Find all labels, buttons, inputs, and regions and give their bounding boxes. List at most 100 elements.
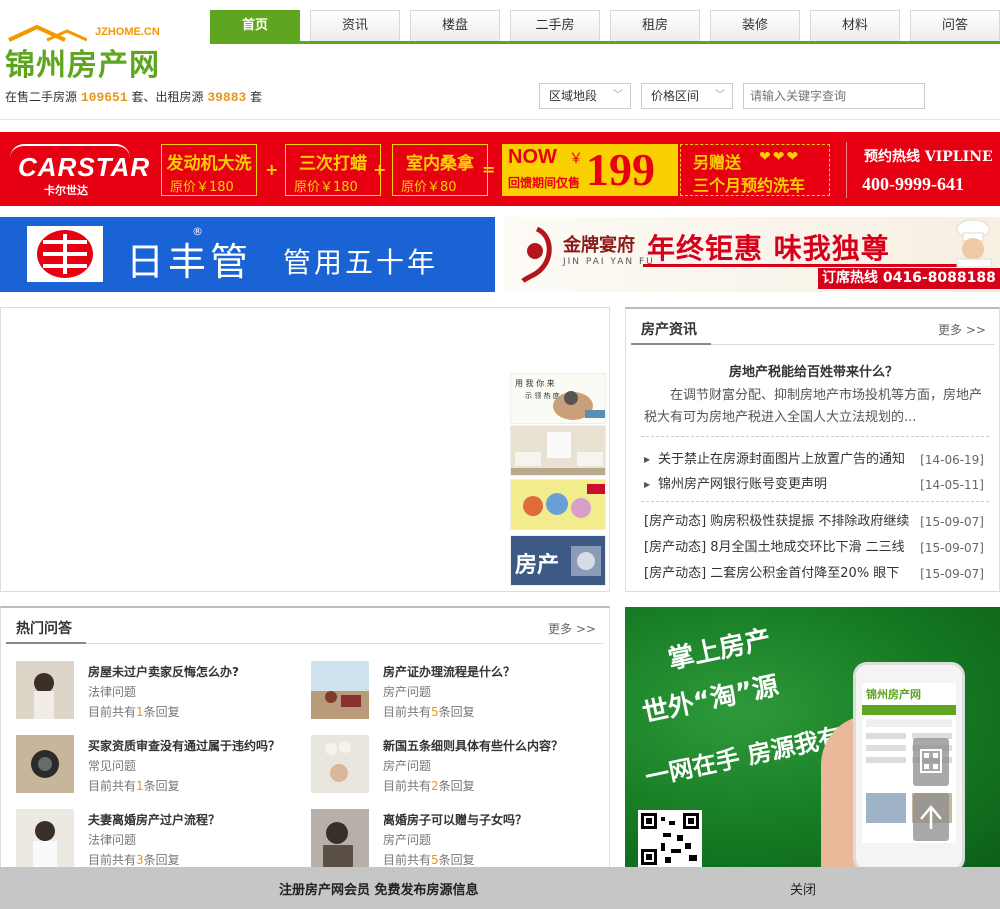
carstar-brand-sub: 卡尔世达 — [44, 184, 88, 197]
news-notice-row[interactable]: ▶ 锦州房产网银行账号变更声明 [14-05-11] — [644, 475, 984, 495]
qa-title: 热门问答 — [16, 621, 72, 637]
qa-question: 新国五条细则具体有些什么内容？ — [383, 739, 564, 753]
service-name: 三次打蜡 — [299, 154, 367, 174]
rent-count: 39883 — [207, 90, 247, 105]
man-photo-icon — [311, 809, 369, 867]
close-bar-button[interactable]: 关闭 — [790, 879, 816, 898]
register-bar: 注册房产网会员 免费发布房源信息 关闭 — [0, 867, 1000, 909]
qa-replies: 目前共有2条回复 — [383, 779, 475, 793]
qa-category: 房产问题 — [383, 685, 432, 699]
qa-category: 常见问题 — [88, 759, 137, 773]
nav-materials[interactable]: 材料 — [810, 10, 900, 41]
nav-qa[interactable]: 问答 — [910, 10, 1000, 41]
nav-news[interactable]: 资讯 — [310, 10, 400, 41]
camera-photo-icon — [16, 735, 74, 793]
carstar-brand: CARSTAR — [18, 152, 151, 182]
pipe-ad[interactable]: 日丰管 ® 管用五十年 — [0, 217, 495, 292]
slider-thumb-3[interactable] — [510, 479, 606, 530]
price-select[interactable]: 价格区间 ﹀ — [641, 83, 733, 109]
qa-item[interactable]: 新国五条细则具体有些什么内容？ 房产问题 目前共有2条回复 — [311, 735, 591, 797]
qa-category: 法律问题 — [88, 685, 137, 699]
qa-thumb — [16, 735, 74, 793]
listing-stats: 在售二手房源 109651 套、出租房源 39883 套 — [5, 88, 262, 105]
restaurant-brand: 金牌宴府 — [563, 235, 635, 256]
hotline-number: 400-9999-641 — [862, 174, 964, 194]
stats-mid: 套、出租房源 — [131, 90, 204, 104]
gift-line2: 三个月预约洗车 — [693, 176, 806, 195]
svg-text:用 我 你 来: 用 我 你 来 — [515, 378, 555, 388]
nav-buildings[interactable]: 楼盘 — [410, 10, 500, 41]
area-select[interactable]: 区域地段 ﹀ — [539, 83, 631, 109]
qa-item[interactable]: 房产证办理流程是什么？ 房产问题 目前共有5条回复 — [311, 661, 591, 723]
news-title-underline — [631, 343, 995, 345]
svg-text:示 领 热 度: 示 领 热 度 — [525, 391, 560, 400]
chevron-down-icon: ﹀ — [715, 90, 725, 101]
service-wax: 三次打蜡 原价￥180 — [285, 144, 381, 196]
news-notice-row[interactable]: ▶ 关于禁止在房源封面图片上放置广告的通知 [14-06-19] — [644, 450, 984, 470]
news-dynamic-row[interactable]: [房产动态] 购房积极性获提振 不排除政府继续 [15-09-07] — [644, 512, 984, 532]
qa-item[interactable]: 离婚房子可以赠与子女吗？ 房产问题 目前共有5条回复 — [311, 809, 591, 871]
qa-question: 房屋未过户卖家反悔怎么办? — [88, 665, 239, 679]
qa-replies: 目前共有5条回复 — [383, 853, 475, 867]
news-notice-date: [14-06-19] — [920, 453, 984, 467]
carwash-banner[interactable]: CARSTAR 卡尔世达 发动机大洗 原价￥180 + 三次打蜡 原价￥180 … — [0, 132, 1000, 206]
qr-code-icon — [920, 749, 942, 773]
chef-icon — [956, 219, 992, 267]
service-name: 室内桑拿 — [406, 154, 474, 174]
restaurant-ad[interactable]: 金牌宴府 JIN PAI YAN FU 年终钜惠 味我独尊 订席热线 0416-… — [505, 217, 1000, 292]
qa-thumb — [311, 735, 369, 793]
logo-name: 锦州房产网 — [5, 48, 160, 83]
register-link[interactable]: 注册房产网会员 免费发布房源信息 — [279, 879, 479, 898]
svg-text:锦州房产网: 锦州房产网 — [866, 687, 921, 701]
main-nav: 首页 资讯 楼盘 二手房 租房 装修 材料 问答 — [210, 10, 1000, 44]
stats-prefix: 在售二手房源 — [5, 90, 78, 104]
qa-more-link[interactable]: 更多 >> — [548, 620, 596, 637]
service-engine: 发动机大洗 原价￥180 — [161, 144, 257, 196]
news-dynamic-text: [房产动态] 8月全国土地成交环比下滑 二三线 — [644, 540, 905, 555]
slider-thumb-1[interactable]: 用 我 你 来 示 领 热 度 — [510, 373, 606, 424]
gift-line1: 另赠送 — [693, 153, 742, 172]
stats-suffix: 套 — [250, 90, 263, 104]
banner-divider — [846, 142, 847, 198]
qa-item[interactable]: 买家资质审查没有通过属于违约吗？ 常见问题 目前共有1条回复 — [16, 735, 296, 797]
slider-thumb-2[interactable] — [510, 425, 606, 476]
nav-rent[interactable]: 租房 — [610, 10, 700, 41]
qa-item[interactable]: 房屋未过户卖家反悔怎么办? 法律问题 目前共有1条回复 — [16, 661, 296, 723]
price-select-value: 价格区间 — [651, 89, 700, 103]
chevron-down-icon: ﹀ — [613, 90, 623, 101]
service-price: 原价￥180 — [170, 180, 234, 195]
news-title: 房产资讯 — [641, 322, 697, 338]
image-slider[interactable]: 用 我 你 来 示 领 热 度 房产 — [0, 307, 610, 592]
svg-text:房产: 房产 — [515, 552, 559, 578]
search-input[interactable] — [743, 83, 925, 109]
news-dynamic-date: [15-09-07] — [920, 541, 984, 555]
beach-photo-icon — [311, 661, 369, 719]
qa-question: 夫妻离婚房产过户流程？ — [88, 813, 221, 827]
news-dynamic-row[interactable]: [房产动态] 8月全国土地成交环比下滑 二三线 [15-09-07] — [644, 538, 984, 558]
qa-question: 买家资质审查没有通过属于违约吗？ — [88, 739, 281, 753]
nav-home[interactable]: 首页 — [210, 10, 300, 41]
news-dynamic-date: [15-09-07] — [920, 567, 984, 581]
news-dynamic-row[interactable]: [房产动态] 二套房公积金首付降至20% 眼下 [15-09-07] — [644, 564, 984, 584]
plus-sign: + — [373, 160, 387, 179]
back-to-top-button[interactable] — [913, 793, 949, 841]
nav-decoration[interactable]: 装修 — [710, 10, 800, 41]
dashed-divider — [641, 501, 989, 502]
site-logo[interactable]: JZHOME.CN 锦州房产网 — [5, 24, 185, 83]
slogan-underline — [643, 261, 983, 267]
arrow-right-icon: ▶ — [644, 455, 651, 464]
qa-question: 离婚房子可以赠与子女吗？ — [383, 813, 528, 827]
qa-replies: 目前共有5条回复 — [383, 705, 475, 719]
slider-thumb-4[interactable]: 房产 — [510, 535, 606, 586]
qa-item[interactable]: 夫妻离婚房产过户流程？ 法律问题 目前共有3条回复 — [16, 809, 296, 871]
news-more-link[interactable]: 更多 >> — [938, 321, 986, 338]
cartoon-thumb-icon: 用 我 你 来 示 领 热 度 — [511, 374, 605, 423]
news-headline[interactable]: 房地产税能给百姓带来什么？ — [626, 361, 1000, 380]
qr-code-icon — [638, 810, 702, 868]
qr-float-button[interactable] — [913, 738, 949, 786]
qa-category: 房产问题 — [383, 833, 432, 847]
dashed-divider — [641, 436, 989, 437]
nav-second-hand[interactable]: 二手房 — [510, 10, 600, 41]
news-panel: 房产资讯 更多 >> 房地产税能给百姓带来什么？ 在调节财富分配、抑制房地产市场… — [625, 307, 1000, 592]
price-box: NOW ￥ 回馈期间仅售 199 — [502, 144, 678, 196]
